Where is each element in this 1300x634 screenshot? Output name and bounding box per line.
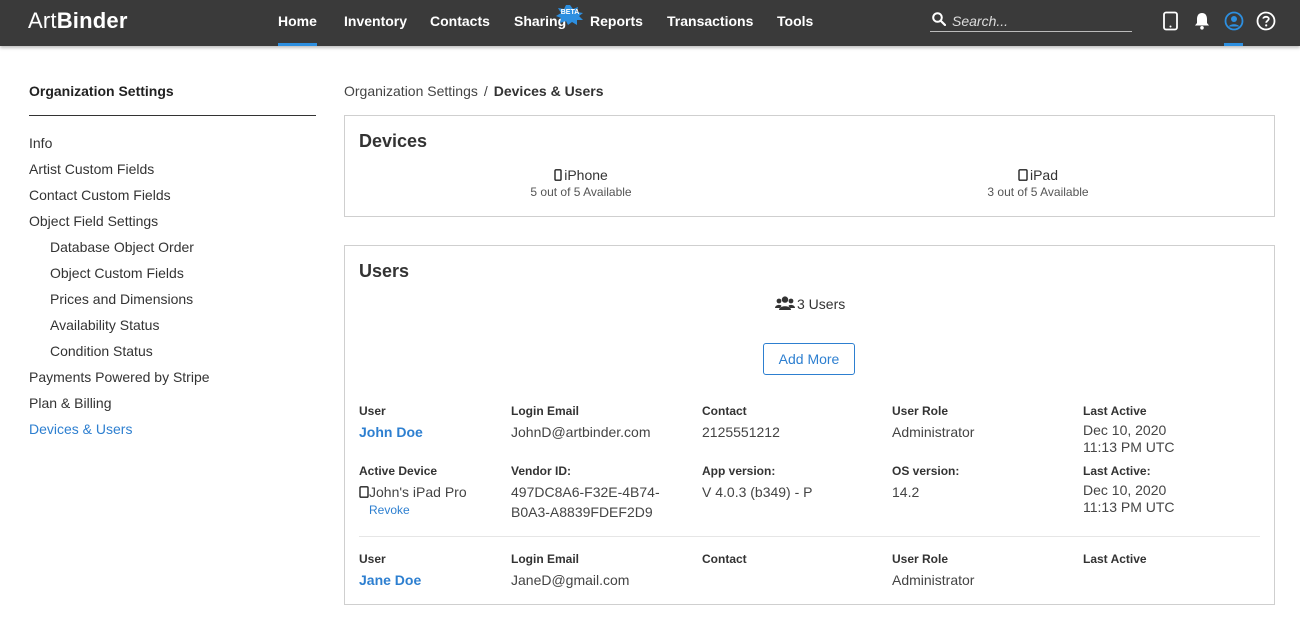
search-icon	[932, 12, 946, 26]
artbinder-logo[interactable]: ArtBinder	[28, 8, 128, 34]
label-login-email: Login Email	[511, 404, 580, 418]
tablet-icon	[359, 486, 369, 498]
device-name: iPhone	[564, 167, 608, 183]
top-navigation-bar: ArtBinder Home Inventory Contacts Sharin…	[0, 0, 1300, 46]
help-icon[interactable]	[1256, 11, 1276, 31]
sidebar-item-devices-users[interactable]: Devices & Users	[29, 421, 132, 437]
search-box	[930, 10, 1132, 32]
active-device-name: John's iPad Pro	[359, 484, 467, 501]
label-vendor-id: Vendor ID:	[511, 464, 572, 478]
user-name-link[interactable]: Jane Doe	[359, 572, 421, 589]
sidebar-title: Organization Settings	[29, 83, 174, 99]
label-last-active: Last Active	[1083, 552, 1147, 566]
user-row-divider	[359, 536, 1260, 537]
user-email: JohnD@artbinder.com	[511, 424, 651, 440]
devices-title: Devices	[359, 131, 428, 151]
os-version-value: 14.2	[892, 484, 920, 500]
nav-transactions[interactable]: Transactions	[667, 13, 753, 29]
vendor-id-value: 497DC8A6-F32E-4B74- B0A3-A8839FDEF2D9	[511, 484, 660, 520]
beta-badge: BETA	[555, 5, 585, 25]
phone-icon	[554, 169, 562, 181]
label-app-version: App version:	[702, 464, 776, 478]
search-input[interactable]	[952, 12, 1130, 30]
users-group-icon	[775, 296, 795, 310]
tablet-icon[interactable]	[1161, 11, 1181, 31]
devices-panel: Devices iPhone 5 out of 5 Available iPad…	[344, 115, 1275, 217]
sidebar-item-database-object-order[interactable]: Database Object Order	[50, 239, 194, 255]
label-device-last-active: Last Active:	[1083, 464, 1151, 478]
label-login-email: Login Email	[511, 552, 580, 566]
users-count-label: 3 Users	[797, 296, 846, 312]
sidebar-item-prices-and-dimensions[interactable]: Prices and Dimensions	[50, 291, 193, 307]
breadcrumb-separator: /	[483, 83, 488, 99]
label-user: User	[359, 404, 386, 418]
breadcrumb-current: Devices & Users	[493, 83, 604, 99]
user-contact: 2125551212	[702, 424, 780, 440]
profile-active-indicator	[1224, 43, 1243, 46]
label-user: User	[359, 552, 386, 566]
user-profile-icon[interactable]	[1224, 11, 1244, 31]
label-last-active: Last Active	[1083, 404, 1147, 418]
user-email: JaneD@gmail.com	[511, 572, 630, 588]
sidebar-item-object-field-settings[interactable]: Object Field Settings	[29, 213, 158, 229]
device-availability: 5 out of 5 Available	[530, 185, 632, 199]
sidebar-item-artist-custom-fields[interactable]: Artist Custom Fields	[29, 161, 154, 177]
device-name: iPad	[1029, 167, 1059, 183]
sidebar-item-object-custom-fields[interactable]: Object Custom Fields	[50, 265, 184, 281]
device-iphone: iPhone 5 out of 5 Available	[481, 167, 681, 199]
revoke-link[interactable]: Revoke	[369, 503, 410, 517]
nav-reports[interactable]: Reports	[590, 13, 643, 29]
device-last-active: Dec 10, 2020 11:13 PM UTC	[1083, 482, 1175, 515]
nav-contacts[interactable]: Contacts	[430, 13, 490, 29]
label-active-device: Active Device	[359, 464, 438, 478]
sidebar-item-info[interactable]: Info	[29, 135, 52, 151]
bell-icon[interactable]	[1192, 11, 1212, 31]
label-user-role: User Role	[892, 552, 949, 566]
sidebar-item-contact-custom-fields[interactable]: Contact Custom Fields	[29, 187, 171, 203]
nav-home[interactable]: Home	[278, 13, 317, 46]
sidebar-item-payments-stripe[interactable]: Payments Powered by Stripe	[29, 369, 210, 385]
app-version-value: V 4.0.3 (b349) - P	[702, 484, 813, 500]
label-user-role: User Role	[892, 404, 949, 418]
sidebar-item-plan-billing[interactable]: Plan & Billing	[29, 395, 112, 411]
user-last-active: Dec 10, 2020 11:13 PM UTC	[1083, 422, 1175, 455]
nav-inventory[interactable]: Inventory	[344, 13, 407, 29]
label-os-version: OS version:	[892, 464, 960, 478]
sidebar-divider	[29, 115, 316, 116]
tablet-icon	[1018, 169, 1028, 181]
users-count: 3 Users	[775, 296, 845, 312]
user-name-link[interactable]: John Doe	[359, 424, 423, 441]
device-availability: 3 out of 5 Available	[987, 185, 1089, 199]
breadcrumb: Organization Settings / Devices & Users	[344, 83, 604, 99]
sidebar-item-availability-status[interactable]: Availability Status	[50, 317, 159, 333]
breadcrumb-parent[interactable]: Organization Settings	[344, 83, 478, 99]
label-contact: Contact	[702, 552, 747, 566]
nav-tools[interactable]: Tools	[777, 13, 813, 29]
user-role: Administrator	[892, 424, 975, 440]
users-panel: Users 3 Users Add More User Login Email …	[344, 245, 1275, 605]
sidebar-item-condition-status[interactable]: Condition Status	[50, 343, 153, 359]
device-ipad: iPad 3 out of 5 Available	[938, 167, 1138, 199]
logo-text-binder: Binder	[56, 8, 128, 33]
beta-badge-label: BETA	[560, 9, 580, 16]
logo-text-art: Art	[28, 8, 57, 33]
user-role: Administrator	[892, 572, 975, 588]
users-title: Users	[359, 261, 410, 281]
add-more-button[interactable]: Add More	[763, 343, 855, 375]
label-contact: Contact	[702, 404, 747, 418]
